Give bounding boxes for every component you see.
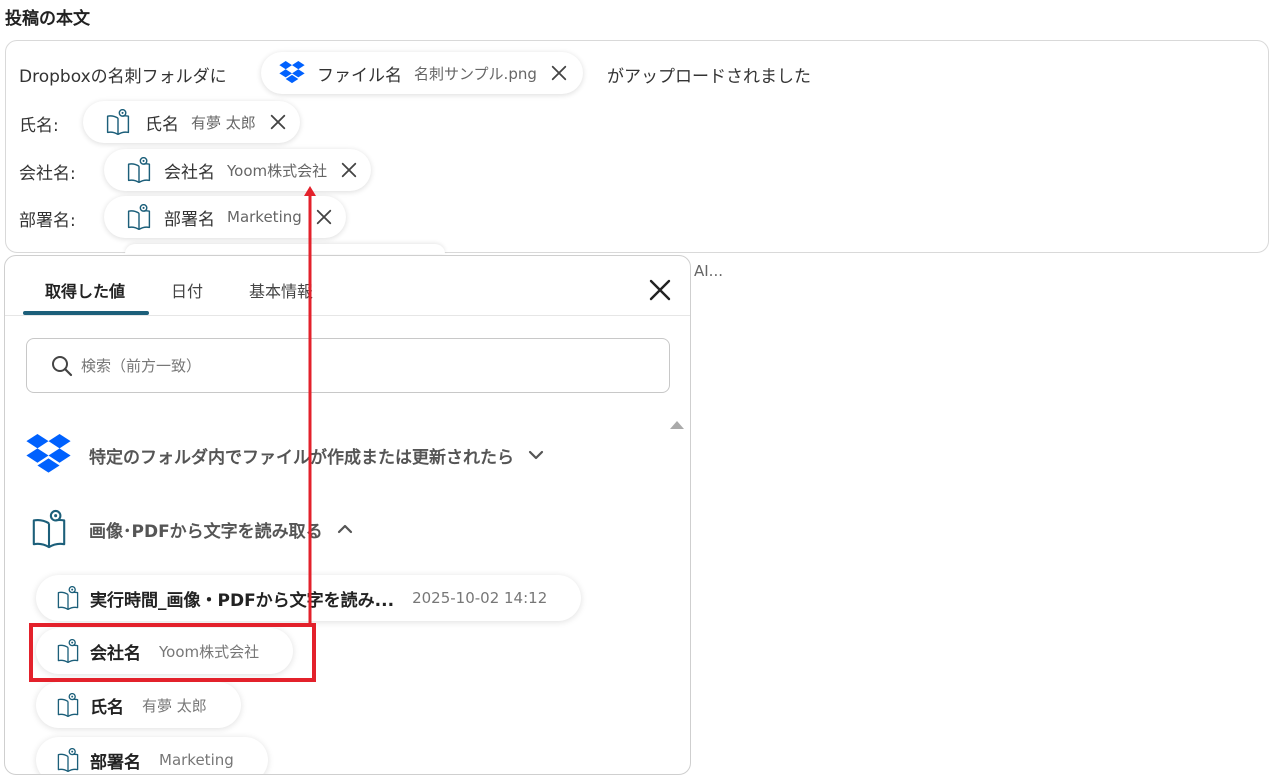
ocr-book-icon (30, 509, 68, 549)
chip-value: 有夢 太郎 (191, 113, 256, 132)
variable-chip-file-name[interactable]: ファイル名 名刺サンプル.png (261, 52, 583, 94)
ocr-book-icon (56, 693, 80, 717)
chip-value: Yoom株式会社 (227, 161, 328, 180)
editor-label-company: 会社名: (19, 164, 76, 184)
chevron-up-icon (337, 521, 353, 537)
chip-label: 氏名 (145, 114, 179, 135)
ocr-book-icon (126, 157, 152, 183)
tab-divider (5, 315, 690, 316)
variable-chip-company[interactable]: 会社名 Yoom株式会社 (104, 149, 372, 191)
chevron-down-icon (528, 447, 544, 463)
editor-text-suffix: がアップロードされました (607, 67, 811, 87)
item-label: 部署名 (90, 752, 141, 773)
item-value: Marketing (159, 751, 234, 769)
item-label: 氏名 (90, 697, 124, 718)
ocr-book-icon (105, 109, 131, 135)
chip-value: Marketing (227, 208, 302, 226)
group-title: 画像･PDFから文字を読み取る (89, 521, 323, 542)
remove-chip-close-icon[interactable] (268, 112, 288, 132)
editor-label-name: 氏名: (19, 116, 59, 136)
variable-chip-name[interactable]: 氏名 有夢 太郎 (83, 101, 300, 143)
ai-hint-text: AI... (694, 262, 723, 280)
item-value: 有夢 太郎 (142, 696, 207, 715)
tab-date[interactable]: 日付 (171, 278, 203, 302)
tab-acquired-values[interactable]: 取得した値 (45, 278, 125, 302)
editor-text-prefix: Dropboxの名刺フォルダに (19, 67, 227, 87)
group-dropbox-trigger[interactable]: 特定のフォルダ内でファイルが作成または更新されたら (26, 434, 544, 476)
ocr-book-icon (56, 748, 80, 772)
ocr-book-icon (56, 586, 80, 610)
chip-label: 部署名 (164, 209, 215, 230)
close-icon[interactable] (646, 276, 674, 304)
search-box (26, 338, 670, 393)
item-value: 2025-10-02 14:12 (412, 589, 548, 607)
ocr-book-icon (126, 204, 152, 230)
search-icon (52, 355, 73, 376)
chip-label: ファイル名 (317, 65, 402, 86)
chip-value: 名刺サンプル.png (414, 64, 537, 83)
partially-hidden-chip (125, 244, 445, 254)
highlight-box (29, 623, 316, 682)
list-item-name[interactable]: 氏名 有夢 太郎 (36, 682, 241, 728)
scroll-up-arrow-icon[interactable] (670, 421, 684, 429)
search-input[interactable] (79, 355, 643, 376)
dropbox-icon (279, 60, 305, 86)
item-label: 実行時間_画像・PDFから文字を読み... (90, 590, 395, 611)
editor-label-department: 部署名: (19, 211, 76, 231)
dropbox-icon (26, 434, 71, 476)
remove-chip-close-icon[interactable] (339, 160, 359, 180)
annotation-arrow (304, 186, 316, 626)
chip-label: 会社名 (164, 162, 215, 183)
section-title: 投稿の本文 (5, 9, 90, 29)
list-item-department[interactable]: 部署名 Marketing (36, 737, 268, 774)
remove-chip-close-icon[interactable] (549, 63, 569, 83)
variable-picker-panel: 取得した値 日付 基本情報 特定のフォルダ内でファイルが作成または更新されたら … (4, 255, 691, 775)
